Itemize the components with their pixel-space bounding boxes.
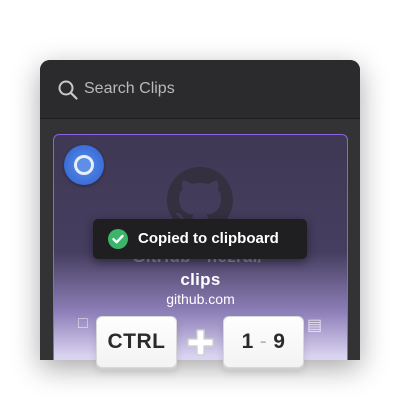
folder-icon[interactable]: □ [78,315,88,333]
chrome-icon [64,145,104,185]
check-icon [108,229,128,249]
range-start: 1 [241,330,254,353]
number-range-key: 1-9 [223,316,304,368]
trash-icon[interactable]: ▤ [307,315,322,335]
range-end: 9 [273,330,286,353]
search-input[interactable] [84,77,334,101]
toast-message: Copied to clipboard [138,230,279,247]
clip-title-line-2: clips [180,270,221,289]
stage: GitHub - hezral/- clips github.com □ □ ▤… [0,0,400,400]
chrome-icon-center [74,155,94,175]
ctrl-key: CTRL [96,316,177,368]
clips-window: GitHub - hezral/- clips github.com □ □ ▤ [40,60,360,360]
clip-url: github.com [166,291,235,307]
plus-icon [187,329,214,356]
search-icon [58,80,78,100]
copied-toast: Copied to clipboard [93,219,307,259]
range-separator: - [259,330,268,353]
ctrl-key-label: CTRL [107,330,166,353]
search-bar [40,60,360,119]
